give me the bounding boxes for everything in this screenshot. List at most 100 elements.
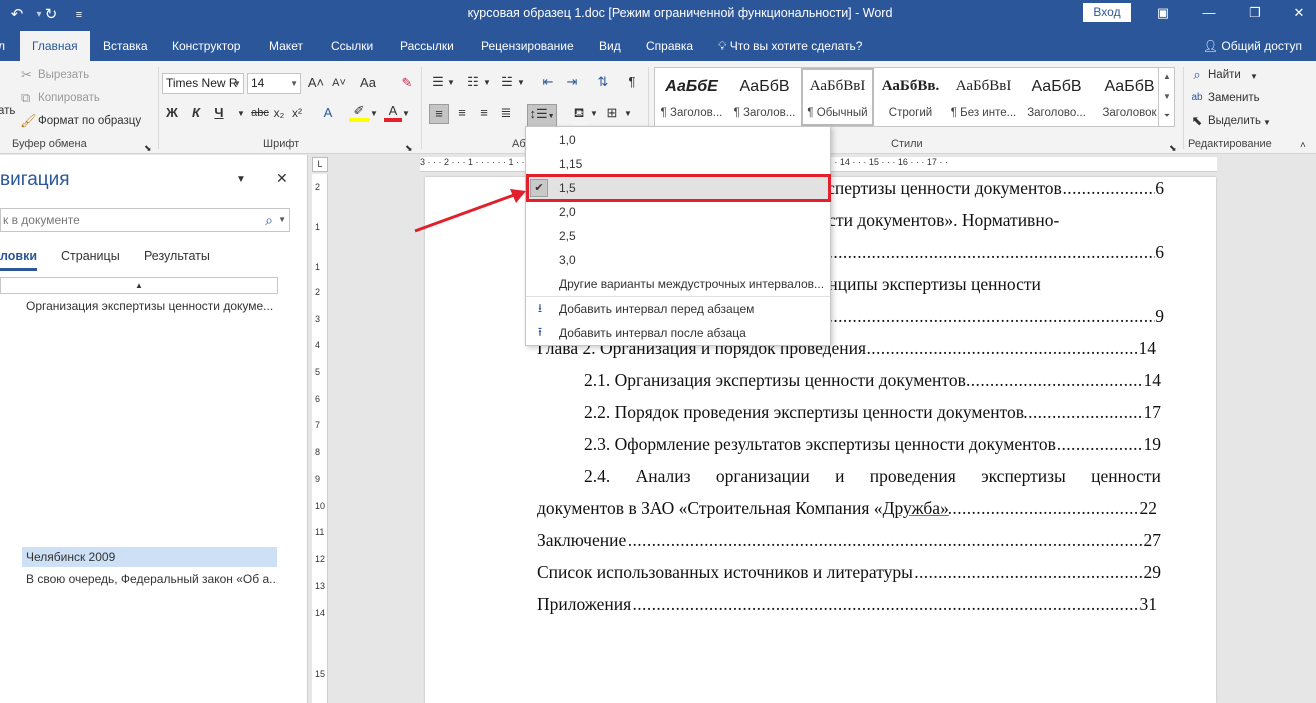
chevron-down-icon[interactable]: ▼ [1263, 114, 1271, 132]
style-no-spacing[interactable]: АаБбВвІ ¶ Без инте... [947, 68, 1020, 126]
style-heading2[interactable]: АаБбВ ¶ Заголов... [728, 68, 801, 126]
minimize-button[interactable]: — [1194, 2, 1224, 24]
nav-heading-item[interactable]: Организация экспертизы ценности докуме..… [26, 296, 277, 316]
nav-heading-item-selected[interactable]: Челябинск 2009 [22, 547, 277, 567]
gallery-more-icon[interactable]: ⏷ [1159, 107, 1175, 125]
toc-line-justified[interactable]: 2.4. Анализ организации и проведения эксперти… [584, 465, 1161, 489]
replace-button[interactable]: Заменить [1208, 92, 1260, 104]
search-icon[interactable]: ⌕ [265, 209, 273, 231]
font-color-icon[interactable]: A [384, 104, 402, 122]
collapse-all-button[interactable]: ▲ [0, 277, 278, 294]
tab-review[interactable]: Рецензирование [481, 31, 574, 61]
spacing-more-options[interactable]: Другие варианты междустрочных интервалов… [526, 272, 830, 296]
collapse-ribbon-icon[interactable]: ˄ [1300, 137, 1306, 155]
redo-icon[interactable]: ↻ [40, 4, 62, 26]
chevron-down-icon[interactable]: ▼ [237, 105, 245, 123]
add-space-before-paragraph[interactable]: ⭳ Добавить интервал перед абзацем [526, 297, 830, 321]
subscript-button[interactable]: x₂ [270, 104, 288, 122]
toc-line[interactable]: ........................................… [537, 561, 1161, 585]
chevron-down-icon[interactable]: ▼ [624, 105, 632, 123]
close-button[interactable]: ✕ [1284, 2, 1314, 24]
underline-button[interactable]: Ч [211, 104, 227, 122]
line-spacing-button[interactable]: ↕☰▼ [527, 104, 557, 127]
tab-mailings[interactable]: Рассылки [400, 31, 454, 61]
tab-layout[interactable]: Макет [269, 31, 303, 61]
tab-home[interactable]: Главная [20, 31, 90, 61]
borders-icon[interactable]: ⊞ [603, 104, 621, 122]
text-effects-icon[interactable]: A [319, 104, 337, 122]
ribbon-display-options-icon[interactable]: ▣ [1148, 2, 1178, 24]
tab-pages[interactable]: Страницы [61, 249, 120, 263]
chevron-down-icon[interactable]: ▼ [483, 74, 491, 92]
tab-insert[interactable]: Вставка [103, 31, 148, 61]
bold-button[interactable]: Ж [164, 104, 180, 122]
sign-in-button[interactable]: Вход [1083, 3, 1131, 22]
nav-heading-item[interactable]: В свою очередь, Федеральный закон «Об а.… [26, 569, 277, 589]
format-painter-button[interactable]: Формат по образцу [38, 115, 141, 127]
font-name-combo[interactable]: Times New R ▼ [162, 73, 244, 94]
add-space-after-paragraph[interactable]: ⭱ Добавить интервал после абзаца [526, 321, 830, 345]
maximize-button[interactable]: ❐ [1240, 2, 1270, 24]
sort-icon[interactable]: ⇅ [595, 73, 611, 91]
chevron-down-icon[interactable]: ▼ [370, 105, 378, 123]
spacing-option-1-15[interactable]: 1,15 [526, 152, 830, 176]
select-button[interactable]: Выделить [1208, 115, 1261, 127]
pane-options-icon[interactable]: ▼ [236, 171, 246, 189]
paste-label[interactable]: ать [0, 105, 15, 117]
numbering-icon[interactable]: ☷ [465, 73, 481, 91]
toc-line[interactable]: ........................................… [819, 305, 1164, 329]
toc-line[interactable]: ........................................… [537, 529, 1161, 553]
style-heading3[interactable]: АаБбВ Заголово... [1020, 68, 1093, 126]
shading-icon[interactable]: ⛾ [570, 104, 588, 125]
tab-references[interactable]: Ссылки [331, 31, 373, 61]
superscript-button[interactable]: x² [288, 104, 306, 122]
undo-icon[interactable]: ↶ [6, 4, 28, 26]
italic-button[interactable]: К [188, 104, 204, 122]
vertical-ruler[interactable]: 2 1 1 2 3 4 5 6 7 8 9 10 11 12 13 14 15 [312, 174, 328, 703]
chevron-down-icon[interactable]: ▼ [517, 74, 525, 92]
share-button[interactable]: 👤︎ Общий доступ [1203, 31, 1302, 61]
toc-line[interactable]: ........................................… [537, 593, 1157, 617]
copy-button[interactable]: Копировать [38, 92, 100, 104]
style-heading1[interactable]: АаБбЕ ¶ Заголов... [655, 68, 728, 126]
tab-results[interactable]: Результаты [144, 249, 210, 263]
grow-font-icon[interactable]: A˄ [307, 74, 325, 92]
style-strong[interactable]: АаБбВв. Строгий [874, 68, 947, 126]
multilevel-list-icon[interactable]: ☱ [499, 73, 515, 91]
chevron-down-icon[interactable]: ▼ [590, 105, 598, 123]
find-button[interactable]: Найти [1208, 69, 1241, 81]
justify-button[interactable]: ≣ [497, 104, 515, 122]
nav-search-input[interactable]: к в документе ⌕ ▼ [0, 208, 290, 232]
spacing-option-2-0[interactable]: 2,0 [526, 200, 830, 224]
chevron-down-icon[interactable]: ▼ [278, 209, 286, 231]
chevron-down-icon[interactable]: ▼ [402, 105, 410, 123]
toc-line[interactable]: ........................................… [819, 241, 1164, 265]
spacing-option-2-5[interactable]: 2,5 [526, 224, 830, 248]
style-normal[interactable]: АаБбВвІ ¶ Обычный [801, 68, 874, 126]
toc-line[interactable]: ости документов». Нормативно- [819, 209, 1119, 233]
decrease-indent-icon[interactable]: ⇤ [540, 73, 556, 91]
align-left-button[interactable]: ≡ [429, 104, 449, 124]
tab-help[interactable]: Справка [646, 31, 693, 61]
chevron-down-icon[interactable]: ▼ [1250, 68, 1258, 86]
bullets-icon[interactable]: ☰ [430, 73, 446, 91]
highlight-color-icon[interactable]: ✐ [349, 104, 369, 122]
tab-headings[interactable]: ловки [0, 249, 38, 271]
toc-line[interactable]: ........................................… [819, 177, 1164, 201]
spacing-option-3-0[interactable]: 3,0 [526, 248, 830, 272]
chevron-down-icon[interactable]: ▼ [447, 74, 455, 92]
tab-selector[interactable]: L [312, 157, 328, 172]
shrink-font-icon[interactable]: A˅ [330, 74, 348, 92]
align-right-button[interactable]: ≡ [475, 104, 493, 122]
change-case-icon[interactable]: Aa [357, 74, 379, 92]
font-size-combo[interactable]: 14 ▼ [247, 73, 301, 94]
customize-qat-icon[interactable]: ≡ [68, 4, 90, 26]
strikethrough-button[interactable]: abc [248, 104, 272, 122]
chevron-up-icon[interactable]: ▲ [1159, 67, 1175, 87]
cut-button[interactable]: Вырезать [38, 69, 89, 81]
increase-indent-icon[interactable]: ⇥ [564, 73, 580, 91]
align-center-button[interactable]: ≡ [453, 104, 471, 122]
toc-line[interactable]: ........................................… [584, 369, 1161, 393]
close-icon[interactable]: ✕ [276, 169, 288, 187]
toc-line[interactable]: ........................................… [584, 401, 1161, 425]
